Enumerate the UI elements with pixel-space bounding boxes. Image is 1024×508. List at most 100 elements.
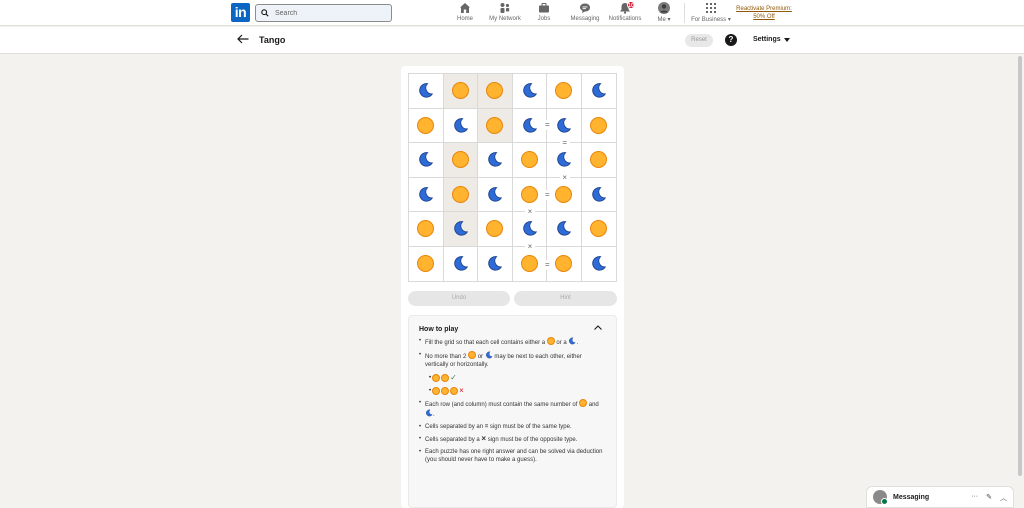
moon-icon — [486, 186, 503, 203]
rules-list-2: Each row (and column) must contain the s… — [419, 399, 606, 464]
help-icon[interactable]: ? — [725, 34, 737, 46]
nav-messaging[interactable]: Messaging — [568, 2, 602, 26]
moon-icon — [417, 151, 434, 168]
grid-cell[interactable] — [443, 74, 478, 109]
avatar — [873, 490, 888, 505]
grid-cell[interactable] — [443, 212, 478, 247]
grid-cell[interactable] — [409, 177, 444, 212]
grid-cell[interactable] — [512, 74, 547, 109]
sun-icon — [520, 151, 538, 169]
jobs-icon — [539, 3, 549, 13]
tango-grid — [408, 73, 617, 282]
sun-icon — [520, 185, 538, 203]
rule-6-text: Each puzzle has one right answer and can… — [425, 449, 603, 463]
moon-icon — [417, 82, 434, 99]
game-title: Tango — [259, 35, 286, 45]
bullet: • — [429, 387, 432, 394]
reset-button[interactable]: Reset — [685, 34, 713, 47]
grid-cell[interactable] — [409, 143, 444, 178]
moon-icon — [452, 220, 469, 237]
game-header: Tango Reset ? Settings — [0, 27, 1024, 54]
rule-1: Fill the grid so that each cell contains… — [419, 337, 606, 347]
sun-icon — [451, 82, 469, 100]
nav-notifications[interactable]: 10 Notifications — [606, 1, 644, 26]
sun-icon — [555, 185, 573, 203]
grid-cell[interactable] — [581, 109, 616, 143]
grid-cell[interactable] — [409, 74, 444, 109]
moon-icon — [452, 255, 469, 272]
grid-cell[interactable] — [443, 143, 478, 178]
cross-icon: × — [459, 386, 464, 395]
grid-cell[interactable] — [581, 74, 616, 109]
nav-for-business[interactable]: For Business ▾ — [690, 2, 732, 26]
sun-icon — [486, 220, 504, 238]
nav-home[interactable]: Home — [456, 2, 474, 26]
grid-cell[interactable] — [409, 212, 444, 247]
example-valid: • ✓ — [419, 373, 606, 382]
rule-1-text-b: or a — [556, 340, 567, 346]
sun-icon — [520, 255, 538, 273]
grid-cell[interactable] — [478, 143, 513, 178]
rule-4: Cells separated by an = sign must be of … — [419, 423, 606, 431]
grid-cell[interactable] — [547, 74, 582, 109]
nav-divider — [684, 3, 685, 23]
grid-cell[interactable] — [478, 108, 513, 143]
grid-cell[interactable] — [478, 246, 513, 281]
search-icon — [261, 9, 269, 17]
page-scrollbar[interactable] — [1018, 56, 1022, 476]
grid-cell[interactable] — [478, 177, 513, 212]
nav-jobs[interactable]: Jobs — [535, 2, 553, 26]
more-icon[interactable]: ··· — [971, 493, 978, 503]
moon-icon — [521, 82, 538, 99]
reactivate-premium-link[interactable]: Reactivate Premium: 50% Off — [734, 5, 794, 21]
messaging-bar[interactable]: Messaging ··· ✎ ︿ — [866, 486, 1014, 508]
grid-cell[interactable] — [512, 143, 547, 178]
equal-sign-icon: = — [542, 120, 553, 131]
rule-3: Each row (and column) must contain the s… — [419, 399, 606, 419]
grid-cell[interactable] — [478, 74, 513, 109]
rules-list: Fill the grid so that each cell contains… — [419, 337, 606, 369]
home-icon — [460, 3, 470, 13]
grid-cell[interactable] — [582, 247, 617, 282]
grid-cell[interactable] — [581, 143, 616, 178]
avatar — [658, 2, 670, 14]
messaging-actions: ··· ✎ ︿ — [971, 493, 1007, 503]
search-box[interactable] — [255, 4, 392, 22]
grid-cell[interactable] — [409, 108, 444, 143]
nav-me[interactable]: Me ▾ — [653, 2, 675, 26]
chevron-up-icon[interactable] — [594, 325, 602, 330]
grid-cell[interactable] — [443, 108, 478, 143]
cross-sign-icon: × — [559, 172, 570, 183]
nav-label-my-network: My Network — [489, 16, 521, 22]
collapse-icon[interactable]: ︿ — [1000, 493, 1007, 503]
sun-icon — [432, 386, 441, 395]
nav-label-for-business: For Business ▾ — [691, 17, 731, 23]
sun-icon — [590, 116, 608, 134]
top-nav: in Home My Network Jobs Messaging 10 Not… — [0, 0, 1024, 26]
nav-my-network[interactable]: My Network — [488, 2, 522, 26]
moon-icon — [452, 117, 469, 134]
sun-icon — [417, 255, 435, 273]
moon-icon — [485, 351, 493, 359]
premium-line-2: 50% Off — [753, 14, 775, 20]
grid-cell[interactable] — [444, 246, 478, 281]
sun-icon — [486, 116, 504, 134]
caret-down-icon — [783, 37, 790, 42]
search-input[interactable] — [275, 9, 375, 17]
grid-cell[interactable] — [581, 212, 616, 247]
back-arrow-icon[interactable] — [237, 34, 249, 44]
grid-cell[interactable] — [443, 177, 478, 212]
grid-cell[interactable] — [581, 178, 616, 212]
grid-cell[interactable] — [409, 246, 444, 281]
grid-cell[interactable] — [547, 212, 582, 247]
grid-cell[interactable] — [478, 212, 513, 247]
sun-icon — [468, 351, 477, 359]
linkedin-logo[interactable]: in — [231, 3, 250, 22]
undo-button[interactable]: Undo — [408, 291, 510, 306]
settings-button[interactable]: Settings — [753, 36, 790, 43]
sun-icon — [441, 386, 450, 395]
sun-icon — [417, 116, 435, 134]
compose-icon[interactable]: ✎ — [986, 493, 992, 503]
how-to-play-panel: How to play Fill the grid so that each c… — [408, 315, 617, 508]
hint-button[interactable]: Hint — [514, 291, 617, 306]
